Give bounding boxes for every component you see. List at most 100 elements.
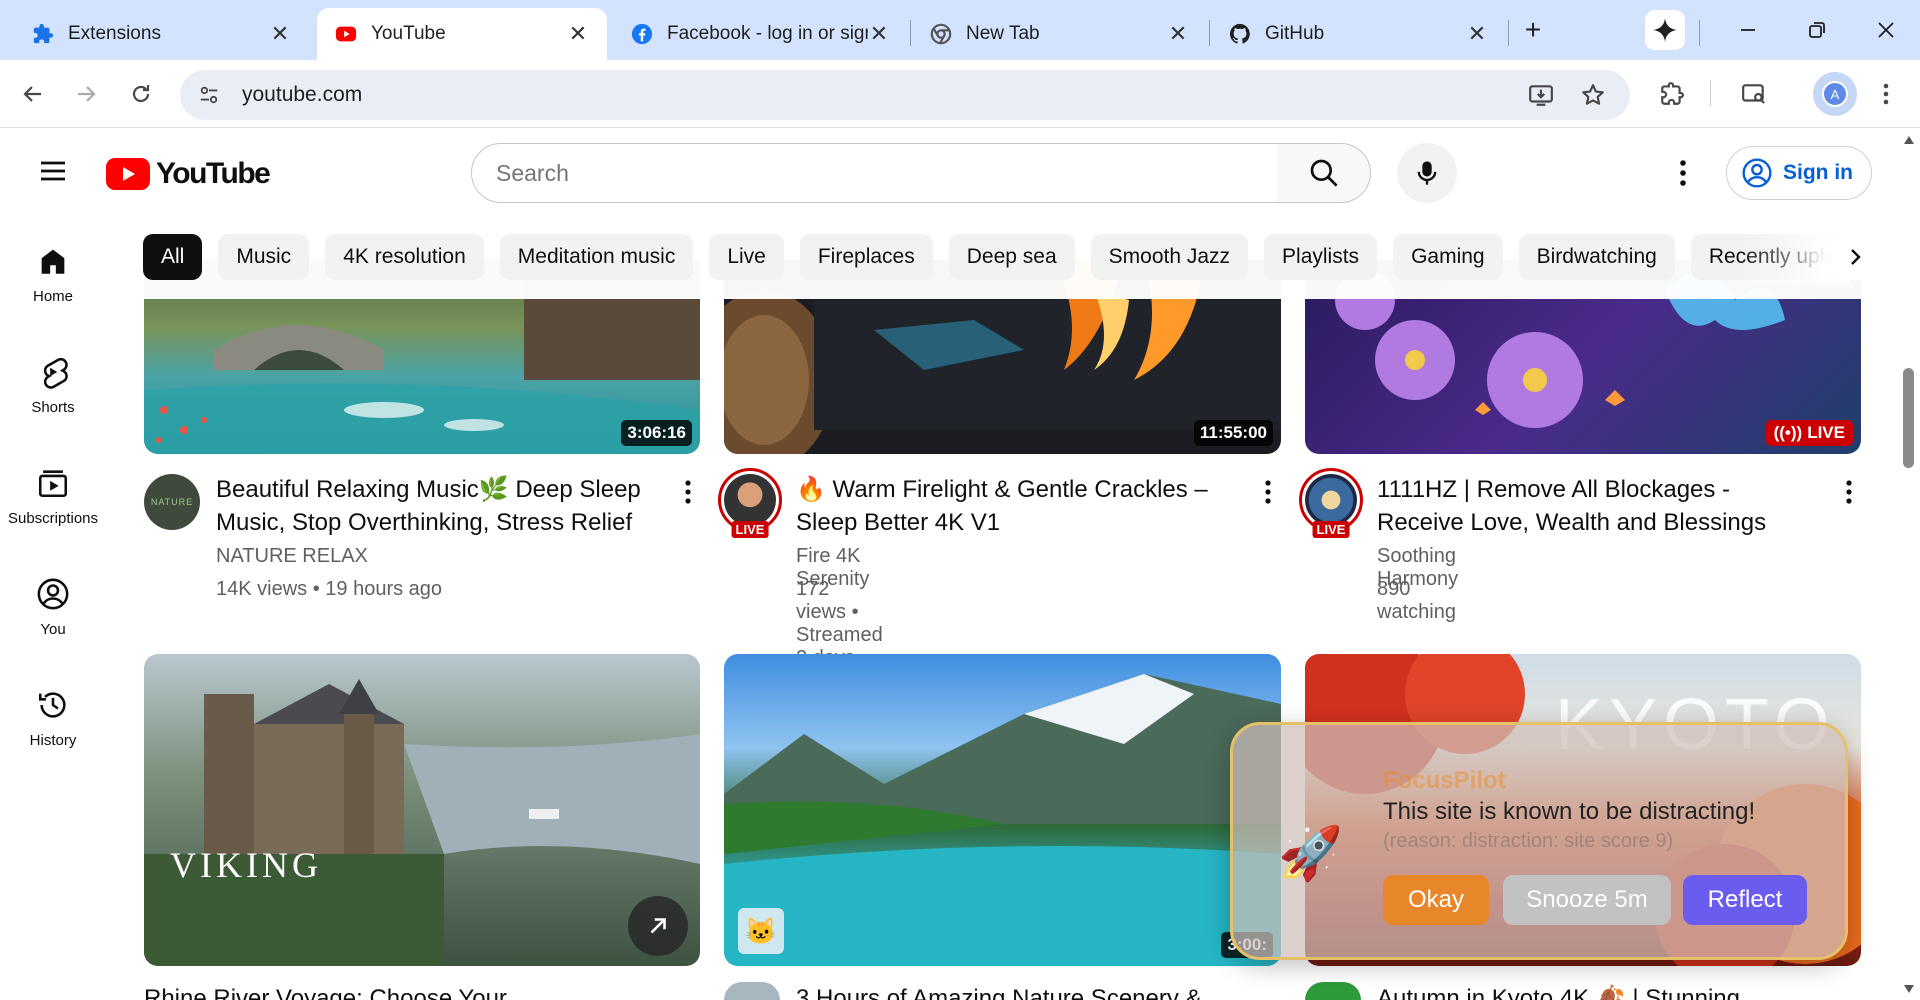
viking-logo-text: VIKING (170, 845, 322, 885)
close-icon[interactable]: ✕ (868, 21, 890, 47)
close-window-button[interactable] (1866, 10, 1906, 50)
chevron-right-icon (1851, 249, 1861, 265)
video-thumbnail[interactable]: VIKING (144, 654, 700, 966)
video-title[interactable]: Beautiful Relaxing Music🌿 Deep Sleep Mus… (216, 473, 656, 539)
tab-extensions[interactable]: Extensions ✕ (14, 8, 309, 60)
tab-title: Facebook - log in or sign up (667, 23, 868, 44)
chip-4k-resolution[interactable]: 4K resolution (325, 234, 484, 280)
nav-shorts[interactable]: Shorts (0, 341, 106, 452)
address-bar[interactable]: youtube.com (180, 70, 1630, 120)
minimize-button[interactable] (1728, 10, 1768, 50)
chips-next-button[interactable] (1832, 234, 1878, 280)
site-settings-icon[interactable] (198, 84, 220, 106)
tab-search-icon (1742, 84, 1765, 104)
scroll-up-arrow-icon[interactable] (1903, 135, 1915, 145)
chip-meditation-music[interactable]: Meditation music (499, 234, 694, 280)
video-title[interactable]: Rhine River Voyage: Choose Your Savings (144, 982, 584, 1000)
tab-new-tab[interactable]: New Tab ✕ (912, 8, 1207, 60)
puzzle-icon (33, 23, 54, 44)
search-input[interactable] (496, 159, 1196, 187)
nav-home[interactable]: Home (0, 230, 106, 341)
guide-menu-button[interactable] (37, 155, 71, 189)
video-title[interactable]: 3 Hours of Amazing Nature Scenery & ... (796, 982, 1236, 1000)
video-metadata: 14K views • 19 hours ago (216, 578, 443, 600)
arrow-left-icon (23, 86, 41, 102)
tab-github[interactable]: GitHub ✕ (1211, 8, 1506, 60)
youtube-logo[interactable]: YouTube (106, 157, 271, 191)
page-scrollbar[interactable] (1898, 129, 1920, 1000)
minimize-icon (1741, 29, 1755, 31)
video-title[interactable]: 1111HZ | Remove All Blockages - Receive … (1377, 473, 1817, 539)
sparkle-icon (1653, 18, 1677, 42)
reflect-button[interactable]: Reflect (1683, 875, 1807, 925)
chip-music[interactable]: Music (218, 234, 310, 280)
channel-watermark: 🐱 (738, 908, 784, 954)
close-icon[interactable]: ✕ (1466, 21, 1488, 47)
channel-avatar-live[interactable]: LIVE (1299, 468, 1363, 538)
sign-in-label: Sign in (1783, 161, 1853, 184)
restore-button[interactable] (1797, 10, 1837, 50)
video-thumbnail[interactable]: 🐱 3:00: (724, 654, 1281, 966)
chip-deep-sea[interactable]: Deep sea (948, 234, 1075, 280)
scrollbar-thumb[interactable] (1903, 368, 1914, 468)
close-icon[interactable]: ✕ (1167, 21, 1189, 47)
chip-all[interactable]: All (143, 234, 203, 280)
shorts-icon (43, 357, 68, 389)
channel-avatar[interactable] (724, 982, 780, 1000)
chip-birdwatching[interactable]: Birdwatching (1518, 234, 1675, 280)
close-icon[interactable]: ✕ (269, 21, 291, 47)
nav-subscriptions[interactable]: Subscriptions (0, 452, 106, 563)
chip-fireplaces[interactable]: Fireplaces (799, 234, 933, 280)
account-circle-icon (1742, 158, 1772, 188)
new-tab-button[interactable]: + (1513, 10, 1553, 50)
channel-name[interactable]: NATURE RELAX (216, 545, 368, 568)
video-title[interactable]: Autumn in Kyoto 4K 🍂 | Stunning ... (1377, 982, 1817, 1000)
history-icon (38, 692, 66, 718)
filter-chip-bar: All Music 4K resolution Meditation music… (143, 234, 1843, 280)
forward-button[interactable] (66, 74, 106, 114)
video-menu-button[interactable] (1839, 472, 1859, 512)
tab-title: GitHub (1265, 23, 1325, 44)
voice-search-button[interactable] (1397, 143, 1457, 203)
chip-live[interactable]: Live (709, 234, 784, 280)
video-menu-button[interactable] (1258, 472, 1278, 512)
logo-text: YouTube (156, 157, 271, 190)
settings-menu-button[interactable] (1668, 153, 1698, 193)
external-link-button[interactable] (628, 896, 688, 956)
live-badge: ((•)) LIVE (1765, 420, 1853, 446)
nav-history[interactable]: History (0, 674, 106, 785)
castle-river-image (144, 679, 700, 966)
nav-you[interactable]: You (0, 563, 106, 674)
reload-button[interactable] (121, 74, 161, 114)
okay-button[interactable]: Okay (1383, 875, 1489, 925)
video-menu-button[interactable] (678, 472, 698, 512)
search-button[interactable] (1277, 143, 1371, 203)
chip-smooth-jazz[interactable]: Smooth Jazz (1090, 234, 1249, 280)
tab-facebook[interactable]: Facebook - log in or sign up ✕ (613, 8, 908, 60)
star-icon[interactable] (1580, 82, 1606, 108)
close-icon[interactable]: ✕ (567, 21, 589, 47)
browser-menu-button[interactable] (1866, 74, 1906, 114)
channel-avatar-live[interactable]: LIVE (718, 468, 782, 538)
chip-gaming[interactable]: Gaming (1393, 234, 1503, 280)
tab-youtube[interactable]: YouTube ✕ (317, 8, 607, 60)
chip-playlists[interactable]: Playlists (1264, 234, 1378, 280)
gemini-button[interactable] (1645, 10, 1685, 50)
channel-avatar[interactable]: NATURE (144, 474, 200, 530)
extensions-button[interactable] (1652, 74, 1692, 114)
tab-search-button[interactable] (1734, 74, 1774, 114)
youtube-logo-icon (106, 158, 150, 190)
reload-icon (132, 85, 150, 103)
back-button[interactable] (13, 74, 53, 114)
tab-title: Extensions (68, 23, 161, 44)
search-box[interactable] (471, 143, 1278, 203)
install-app-icon[interactable] (1528, 82, 1554, 108)
sign-in-button[interactable]: Sign in (1726, 146, 1872, 200)
scroll-down-arrow-icon[interactable] (1903, 984, 1915, 994)
video-title[interactable]: 🔥 Warm Firelight & Gentle Crackles – Sle… (796, 473, 1236, 539)
plus-icon: + (1524, 14, 1542, 45)
channel-avatar[interactable] (1305, 982, 1361, 1000)
snooze-button[interactable]: Snooze 5m (1503, 875, 1671, 925)
nav-label: Shorts (31, 399, 75, 416)
profile-button[interactable]: A (1813, 72, 1857, 116)
